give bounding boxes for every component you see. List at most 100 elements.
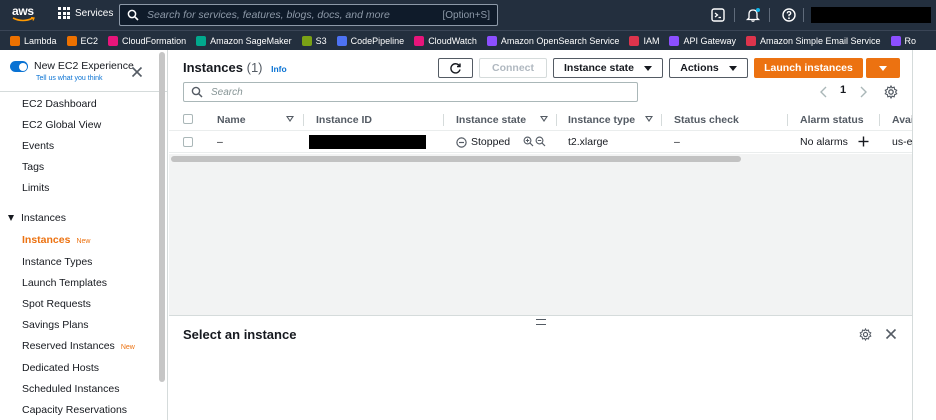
scrollbar-thumb[interactable]	[171, 155, 741, 162]
search-icon	[191, 86, 203, 98]
service-icon	[108, 35, 119, 46]
favorite-lambda[interactable]: Lambda	[10, 35, 57, 46]
aws-logo[interactable]: aws	[12, 5, 42, 25]
refresh-button[interactable]	[438, 58, 473, 78]
page-title-text: Instances	[183, 60, 243, 75]
aws-logo-text: aws	[12, 4, 34, 18]
cloudshell-icon[interactable]	[710, 7, 726, 23]
toggle-switch[interactable]	[10, 61, 28, 72]
services-label: Services	[75, 7, 114, 19]
nav-divider	[803, 8, 804, 22]
row-checkbox[interactable]	[183, 137, 193, 147]
instance-search-input[interactable]: Search	[183, 82, 638, 102]
table-row[interactable]: – Stopped t2.xlarge – No alarms us-ea	[169, 131, 936, 153]
sidebar-item-tags[interactable]: Tags	[22, 161, 44, 173]
services-menu[interactable]: Services	[58, 7, 113, 19]
sidebar-item-spot-requests[interactable]: Spot Requests	[22, 298, 91, 310]
favorite-api-gateway[interactable]: API Gateway	[669, 35, 736, 46]
sidebar-item-launch-templates[interactable]: Launch Templates	[22, 277, 107, 289]
favorite-label: CloudWatch	[428, 35, 477, 46]
actions-button[interactable]: Actions	[669, 58, 748, 78]
column-divider	[661, 114, 662, 126]
zoom-in-icon[interactable]	[523, 136, 534, 147]
column-header-instance-id[interactable]: Instance ID	[316, 114, 372, 126]
drag-handle-icon[interactable]	[536, 319, 546, 325]
select-all-checkbox[interactable]	[183, 114, 193, 124]
favorite-amazon-opensearch-service[interactable]: Amazon OpenSearch Service	[486, 35, 620, 46]
favorite-iam[interactable]: IAM	[629, 35, 659, 46]
global-search-input[interactable]: Search for services, features, blogs, do…	[119, 4, 498, 26]
service-icon	[301, 35, 312, 46]
instance-state-button[interactable]: Instance state	[553, 58, 663, 78]
bell-icon[interactable]	[745, 7, 761, 23]
column-header-instance-state[interactable]: Instance state	[456, 114, 526, 126]
favorite-ec2[interactable]: EC2	[66, 35, 98, 46]
favorite-amazon-simple-email-service[interactable]: Amazon Simple Email Service	[745, 35, 881, 46]
page-title: Instances (1) Info	[183, 60, 287, 75]
favorite-ro[interactable]: Ro	[890, 35, 917, 46]
cell-alarm-status: No alarms	[800, 136, 848, 148]
sidebar-scrollbar[interactable]	[159, 52, 165, 382]
filter-icon[interactable]	[540, 116, 548, 122]
sidebar-item-instances[interactable]: Instances New	[22, 234, 90, 246]
prev-page-icon[interactable]	[819, 86, 829, 98]
sidebar-item-limits[interactable]: Limits	[22, 182, 49, 194]
new-badge: New	[120, 344, 135, 351]
column-header-name[interactable]: Name	[217, 114, 246, 126]
column-header-status-check[interactable]: Status check	[674, 114, 739, 126]
column-divider	[443, 114, 444, 126]
add-alarm-icon[interactable]	[858, 136, 869, 147]
next-page-icon[interactable]	[858, 86, 868, 98]
favorite-label: CloudFormation	[122, 35, 187, 46]
sidebar-item-savings-plans[interactable]: Savings Plans	[22, 319, 89, 331]
search-icon	[127, 9, 139, 21]
help-icon[interactable]	[781, 7, 797, 23]
sidebar-section-instances[interactable]: Instances	[8, 212, 66, 224]
sidebar-item-dedicated-hosts[interactable]: Dedicated Hosts	[22, 362, 99, 374]
favorite-amazon-sagemaker[interactable]: Amazon SageMaker	[196, 35, 292, 46]
page-number[interactable]: 1	[840, 84, 846, 96]
favorite-cloudwatch[interactable]: CloudWatch	[414, 35, 477, 46]
cell-instance-state: Stopped	[471, 136, 511, 148]
sidebar-item-events[interactable]: Events	[22, 140, 54, 152]
sidebar-item-scheduled-instances[interactable]: Scheduled Instances	[22, 383, 119, 395]
favorite-label: Ro	[904, 35, 917, 46]
refresh-icon	[450, 62, 461, 74]
account-menu[interactable]	[811, 7, 931, 23]
favorite-codepipeline[interactable]: CodePipeline	[336, 35, 404, 46]
sidebar-item-ec2-global-view[interactable]: EC2 Global View	[22, 119, 101, 131]
column-header-alarm-status[interactable]: Alarm status	[800, 114, 864, 126]
close-icon[interactable]	[885, 328, 897, 340]
favorite-cloudformation[interactable]: CloudFormation	[108, 35, 187, 46]
new-badge: New	[76, 238, 91, 245]
gear-icon[interactable]	[859, 328, 872, 341]
launch-instances-dropdown[interactable]	[866, 58, 900, 78]
service-icon	[196, 35, 207, 46]
search-placeholder: Search	[211, 86, 243, 98]
sidebar-item-reserved-instances[interactable]: Reserved Instances New	[22, 340, 135, 352]
favorite-label: Amazon OpenSearch Service	[500, 35, 620, 46]
table-horizontal-scrollbar[interactable]	[169, 154, 914, 163]
info-link[interactable]: Info	[271, 64, 287, 74]
connect-button[interactable]: Connect	[479, 58, 547, 78]
split-panel-divider	[169, 315, 936, 316]
filter-icon[interactable]	[286, 116, 294, 122]
zoom-out-icon[interactable]	[535, 136, 546, 147]
detail-panel-title: Select an instance	[183, 327, 297, 342]
service-icon	[629, 35, 640, 46]
favorite-s3[interactable]: S3	[301, 35, 327, 46]
gear-icon[interactable]	[884, 85, 898, 99]
sidebar-item-instance-types[interactable]: Instance Types	[22, 256, 92, 268]
instances-table-header: Name Instance ID Instance state Instance…	[169, 109, 936, 131]
sidebar-item-capacity-reservations[interactable]: Capacity Reservations	[22, 404, 127, 416]
launch-instances-button[interactable]: Launch instances	[754, 58, 863, 78]
sidebar-item-ec2-dashboard[interactable]: EC2 Dashboard	[22, 98, 97, 110]
sidebar-section-label: Instances	[21, 212, 66, 224]
service-icon	[486, 35, 497, 46]
cell-instance-id-redacted[interactable]	[309, 135, 426, 149]
sidebar-item-label: Reserved Instances	[22, 340, 115, 352]
column-header-instance-type[interactable]: Instance type	[568, 114, 635, 126]
instance-count: (1)	[246, 60, 263, 75]
filter-icon[interactable]	[645, 116, 653, 122]
close-icon[interactable]	[131, 66, 143, 78]
